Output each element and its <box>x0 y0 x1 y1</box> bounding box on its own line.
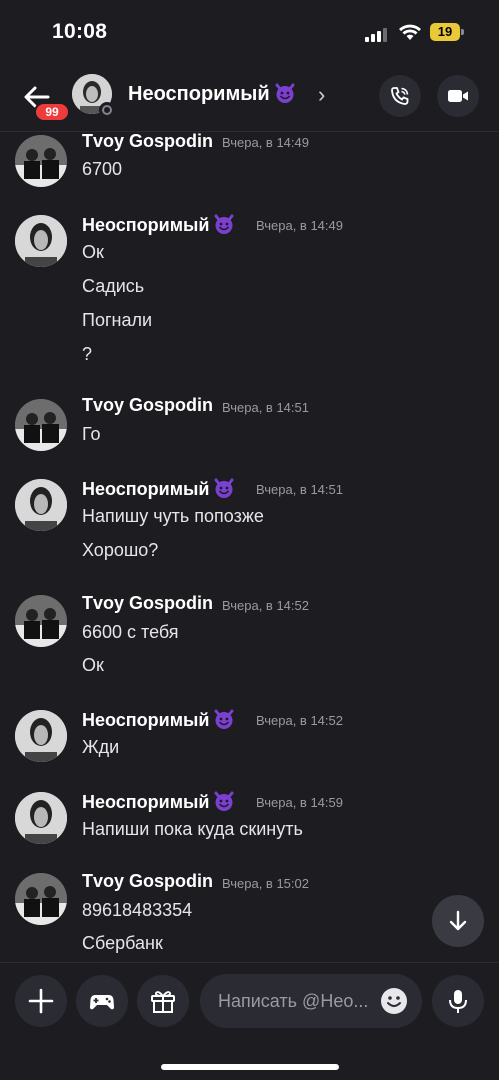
message-timestamp: Вчера, в 14:49 <box>256 218 343 233</box>
gamepad-icon <box>90 995 114 1010</box>
message-timestamp: Вчера, в 15:02 <box>222 876 309 891</box>
message-timestamp: Вчера, в 14:51 <box>256 482 343 497</box>
smiling-devil-emoji-icon <box>214 478 234 498</box>
cellular-signal-icon <box>365 26 389 42</box>
channel-title-text: Неоспоримый <box>128 83 270 105</box>
message-text: Ок <box>82 242 104 262</box>
avatar[interactable] <box>15 399 67 451</box>
smiling-devil-emoji-icon <box>214 214 234 234</box>
emoji-picker-icon[interactable] <box>380 987 408 1015</box>
phone-call-icon <box>391 87 409 105</box>
message-text: 6600 с тебя <box>82 622 179 642</box>
offline-status-indicator <box>99 102 115 118</box>
composer-bar: Написать @Нео... <box>0 962 499 1080</box>
avatar[interactable] <box>15 595 67 647</box>
avatar[interactable] <box>15 710 67 762</box>
arrow-down-icon <box>449 910 467 931</box>
message-author[interactable]: Неоспоримый <box>82 213 235 236</box>
avatar[interactable] <box>15 135 67 187</box>
avatar[interactable] <box>15 792 67 844</box>
message-timestamp: Вчера, в 14:52 <box>222 598 309 613</box>
status-bar: 10:08 19 <box>0 0 499 64</box>
message-text: Го <box>82 424 101 444</box>
jump-to-bottom-button[interactable] <box>432 895 484 947</box>
message-text: 89618483354 <box>82 900 193 920</box>
wifi-icon <box>399 24 421 40</box>
message-input[interactable]: Написать @Нео... <box>200 974 422 1028</box>
microphone-icon <box>449 990 467 1013</box>
gift-icon <box>151 991 175 1013</box>
message-author[interactable]: Tvoy Gospodin <box>82 593 213 614</box>
video-call-button[interactable] <box>437 75 479 117</box>
chat-header: 99 Неоспоримый › <box>0 64 499 132</box>
activities-button[interactable] <box>76 975 128 1027</box>
voice-call-button[interactable] <box>379 75 421 117</box>
message-author[interactable]: Tvoy Gospodin <box>82 133 213 152</box>
message-text: ? <box>82 344 93 364</box>
message-author[interactable]: Неоспоримый <box>82 477 235 500</box>
message-text: Погнали <box>82 310 153 330</box>
avatar[interactable] <box>15 215 67 267</box>
message-text: Напишу чуть попозже <box>82 506 264 526</box>
message-text: Ок <box>82 655 104 675</box>
message-text: 6700 <box>82 159 123 179</box>
smiling-devil-emoji-icon <box>275 83 295 103</box>
attach-button[interactable] <box>15 975 67 1027</box>
avatar[interactable] <box>15 873 67 925</box>
status-time: 10:08 <box>52 20 108 43</box>
message-timestamp: Вчера, в 14:59 <box>256 795 343 810</box>
message-text: Сбербанк <box>82 933 163 953</box>
unread-count-badge: 99 <box>34 102 70 122</box>
channel-title[interactable]: Неоспоримый <box>128 82 296 106</box>
smiling-devil-emoji-icon <box>214 709 234 729</box>
plus-icon <box>28 988 54 1014</box>
message-author[interactable]: Tvoy Gospodin <box>82 871 213 892</box>
battery-icon: 19 <box>430 23 464 41</box>
voice-message-button[interactable] <box>432 975 484 1027</box>
message-input-placeholder: Написать @Нео... <box>218 991 369 1011</box>
message-author[interactable]: Неоспоримый <box>82 790 235 813</box>
message-text: Садись <box>82 276 145 296</box>
message-text: Напиши пока куда скинуть <box>82 819 303 839</box>
message-text: Хорошо? <box>82 540 159 560</box>
message-timestamp: Вчера, в 14:51 <box>222 400 309 415</box>
message-author[interactable]: Неоспоримый <box>82 708 235 731</box>
smiling-devil-emoji-icon <box>214 791 234 811</box>
message-list[interactable]: Tvoy Gospodin Вчера, в 14:49 6700 Неоспо… <box>0 133 499 961</box>
message-author[interactable]: Tvoy Gospodin <box>82 395 213 416</box>
message-timestamp: Вчера, в 14:49 <box>222 135 309 150</box>
chevron-right-icon[interactable]: › <box>318 82 325 108</box>
home-indicator[interactable] <box>161 1064 339 1070</box>
message-text: Жди <box>82 737 120 757</box>
message-timestamp: Вчера, в 14:52 <box>256 713 343 728</box>
battery-level: 19 <box>430 23 460 41</box>
video-camera-icon <box>448 90 468 102</box>
avatar[interactable] <box>15 479 67 531</box>
gift-button[interactable] <box>137 975 189 1027</box>
